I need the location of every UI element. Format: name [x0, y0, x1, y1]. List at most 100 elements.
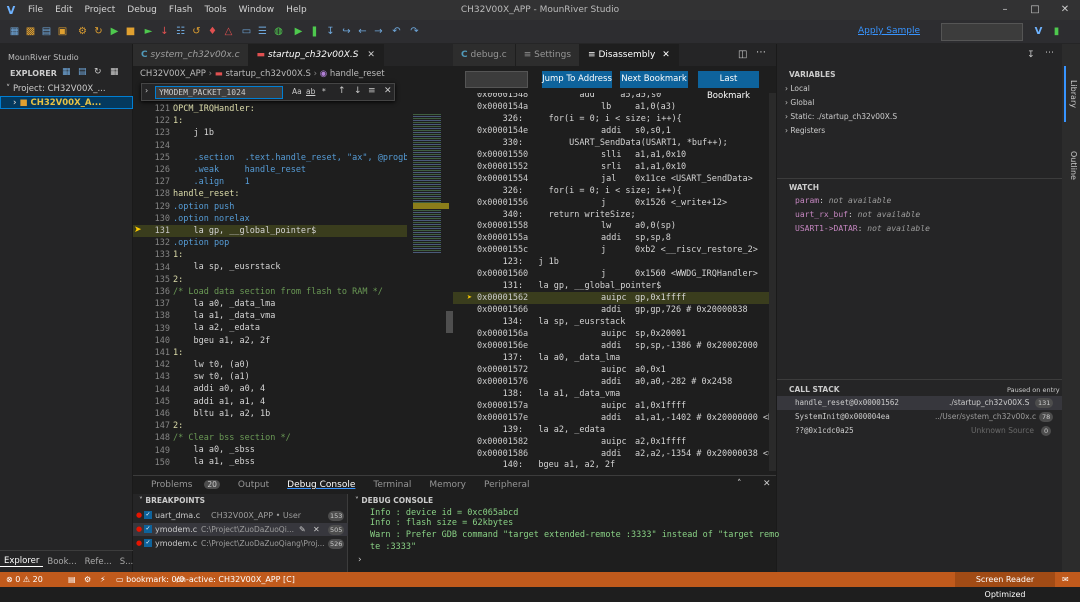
- callstack-frame[interactable]: SystemInit@0x000004ea ../User/system_ch3…: [777, 410, 1063, 424]
- tab-bookmarks[interactable]: Book...: [43, 557, 80, 567]
- sdk-icon[interactable]: ◍: [272, 25, 285, 38]
- tab-outline[interactable]: Outline: [1064, 140, 1078, 190]
- chevron-right-icon[interactable]: ›: [145, 86, 148, 95]
- pause-icon[interactable]: ❚: [308, 25, 321, 38]
- variables-global[interactable]: › Global: [785, 98, 814, 107]
- editor-scrollbar-thumb[interactable]: [446, 311, 453, 333]
- menu-flash[interactable]: Flash: [163, 5, 199, 15]
- step-over-icon[interactable]: ↪: [340, 25, 353, 38]
- breadcrumb-symbol[interactable]: handle_reset: [330, 69, 385, 79]
- bookmark-status[interactable]: ▭ bookmark: 0/0: [116, 572, 184, 587]
- apply-sample-link[interactable]: Apply Sample: [858, 26, 920, 36]
- console-input[interactable]: [370, 554, 770, 568]
- last-bookmark-button[interactable]: Last Bookmark: [698, 71, 759, 101]
- watch-item[interactable]: param: not available: [795, 196, 891, 205]
- menu-debug[interactable]: Debug: [121, 5, 163, 15]
- close-icon[interactable]: ✕: [367, 50, 375, 60]
- back-icon[interactable]: ←: [356, 25, 369, 38]
- arrow-up-icon[interactable]: ↑: [338, 86, 346, 96]
- tab-debug-c[interactable]: C debug.c: [453, 44, 516, 66]
- stop-icon[interactable]: ■: [124, 25, 137, 38]
- forward-icon[interactable]: →: [372, 25, 385, 38]
- status-problems[interactable]: ⊗ 0 ⚠ 20: [6, 572, 43, 587]
- disassembly-view[interactable]: 0x00001548 add a5,a5,s0 0x0000154a lb a1,0(…: [453, 93, 776, 471]
- menu-help[interactable]: Help: [280, 5, 313, 15]
- save-all-icon[interactable]: ▤: [40, 25, 53, 38]
- battery-icon[interactable]: ▮: [1050, 25, 1063, 38]
- tab-explorer[interactable]: Explorer: [0, 556, 44, 567]
- more-actions-icon[interactable]: ⋯: [1045, 48, 1054, 58]
- chevron-up-icon[interactable]: ˄: [728, 479, 751, 489]
- debug-icon[interactable]: ►: [142, 25, 155, 38]
- checkbox-icon[interactable]: ✓: [144, 539, 152, 547]
- run-icon[interactable]: ▶: [108, 25, 121, 38]
- address-input[interactable]: [465, 71, 528, 88]
- tab-terminal[interactable]: Terminal: [364, 480, 420, 490]
- disassembly-scrollbar-thumb[interactable]: [769, 93, 776, 471]
- verify-icon[interactable]: ♦: [206, 25, 219, 38]
- step-into-icon[interactable]: ↧: [324, 25, 337, 38]
- close-icon[interactable]: ✕: [754, 479, 780, 489]
- mrs-logo-icon[interactable]: V: [1032, 25, 1045, 38]
- tab-memory[interactable]: Memory: [420, 480, 475, 490]
- close-icon[interactable]: ✕: [1050, 0, 1080, 20]
- arrow-down-icon[interactable]: ↓: [354, 86, 362, 96]
- build-icon[interactable]: ▣: [56, 25, 69, 38]
- find-input[interactable]: YMODEM_PACKET_1024: [155, 86, 283, 99]
- active-project-status[interactable]: on-active: CH32V00X_APP [C]: [176, 572, 295, 587]
- code-editor[interactable]: OPCM_IRQHandler: 1: j 1b .section .text.h…: [173, 103, 407, 472]
- regex-toggle[interactable]: *: [322, 87, 326, 96]
- split-editor-icon[interactable]: ◫: [738, 49, 747, 60]
- minimize-icon[interactable]: –: [990, 0, 1020, 20]
- redo-icon[interactable]: ↷: [408, 25, 421, 38]
- variables-registers[interactable]: › Registers: [785, 126, 825, 135]
- variables-static[interactable]: › Static: ./startup_ch32v00X.S: [785, 112, 897, 121]
- terminal-icon[interactable]: ▭: [240, 25, 253, 38]
- screen-reader-status[interactable]: Screen Reader Optimized: [955, 572, 1055, 599]
- tab-debug-console[interactable]: Debug Console: [278, 480, 364, 490]
- callstack-frame[interactable]: handle_reset@0x00001562 ./startup_ch32v0…: [777, 396, 1063, 410]
- status-sync-icon[interactable]: ⚙: [84, 572, 91, 587]
- more-actions-icon[interactable]: ⋯: [756, 47, 766, 58]
- readout-icon[interactable]: △: [222, 25, 235, 38]
- breadcrumb-project[interactable]: CH32V00X_APP: [140, 69, 206, 79]
- watch-header[interactable]: WATCH: [789, 183, 819, 192]
- tab-disassembly[interactable]: ≡ Disassembly ✕: [580, 44, 679, 66]
- new-file-icon[interactable]: ▦: [62, 67, 71, 77]
- rebuild-icon[interactable]: ↻: [92, 25, 105, 38]
- tab-peripheral[interactable]: Peripheral: [475, 480, 539, 490]
- status-ports-icon[interactable]: ▤: [68, 572, 76, 587]
- serial-icon[interactable]: ☰: [256, 25, 269, 38]
- download-icon[interactable]: ↓: [158, 25, 171, 38]
- notifications-icon[interactable]: ✉: [1062, 572, 1069, 587]
- menu-file[interactable]: File: [22, 5, 49, 15]
- compile-icon[interactable]: ⚙: [76, 25, 89, 38]
- maximize-icon[interactable]: □: [1020, 0, 1050, 20]
- match-case-toggle[interactable]: Aa: [292, 87, 302, 96]
- close-icon[interactable]: ✕: [313, 523, 320, 536]
- menu-edit[interactable]: Edit: [49, 5, 78, 15]
- close-icon[interactable]: ✕: [384, 86, 392, 96]
- variables-local[interactable]: › Local: [785, 84, 810, 93]
- new-file-icon[interactable]: ▦: [8, 25, 21, 38]
- minimap[interactable]: [408, 103, 453, 472]
- breakpoint-row[interactable]: ● ✓ ymodem.c C:\Project\ZuoDaZuoQi... ✎ …: [133, 523, 348, 536]
- new-folder-icon[interactable]: ▤: [78, 67, 87, 77]
- menu-tools[interactable]: Tools: [199, 5, 233, 15]
- save-icon[interactable]: ▩: [24, 25, 37, 38]
- edit-icon[interactable]: ✎: [299, 523, 306, 536]
- checkbox-icon[interactable]: ✓: [144, 525, 152, 533]
- variables-header[interactable]: VARIABLES: [789, 70, 836, 79]
- jump-to-address-button[interactable]: Jump To Address: [542, 71, 612, 88]
- menu-window[interactable]: Window: [233, 5, 281, 15]
- undo-icon[interactable]: ↶: [390, 25, 403, 38]
- watch-item[interactable]: USART1->DATAR: not available: [795, 224, 930, 233]
- tab-output[interactable]: Output: [229, 480, 278, 490]
- refresh-icon[interactable]: ↻: [94, 67, 102, 77]
- erase-icon[interactable]: ☷: [174, 25, 187, 38]
- status-flash-icon[interactable]: ⚡: [100, 572, 106, 587]
- tab-library[interactable]: Library: [1064, 66, 1078, 122]
- checkbox-icon[interactable]: ✓: [144, 511, 152, 519]
- whole-word-toggle[interactable]: ab: [306, 87, 315, 96]
- breakpoints-header[interactable]: ˅ BREAKPOINTS: [133, 494, 347, 507]
